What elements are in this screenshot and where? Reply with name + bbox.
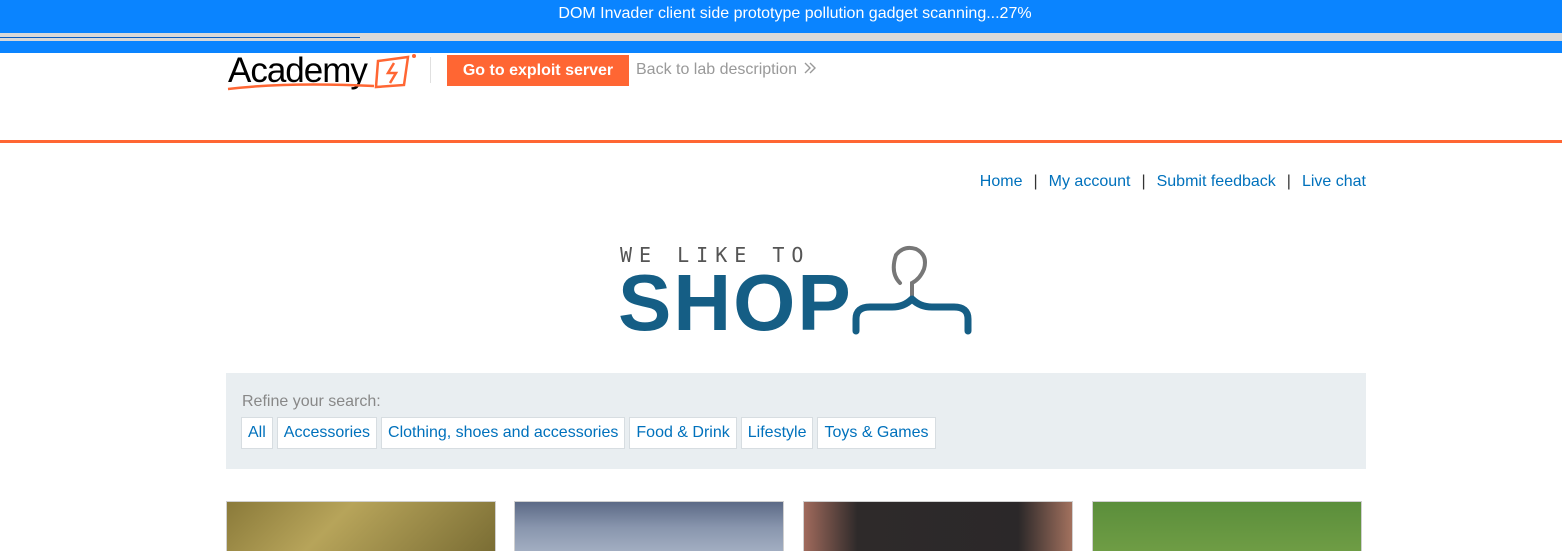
top-navigation: Home | My account | Submit feedback | Live cha… [980,173,1366,191]
lightning-bolt-icon [374,54,416,89]
nav-separator: | [1286,173,1291,190]
dom-invader-scan-banner: DOM Invader client side prototype pollut… [0,0,1562,53]
product-card-image[interactable] [1092,501,1362,551]
logo-swoosh-icon [227,83,375,91]
product-grid [226,501,1366,551]
nav-home-link[interactable]: Home [980,173,1023,190]
clothes-hanger-icon [852,245,972,335]
scan-progress-line [0,37,360,38]
double-chevron-right-icon [803,61,817,79]
category-filter: Refine your search: All Accessories Clot… [226,373,1366,469]
nav-my-account-link[interactable]: My account [1049,173,1131,190]
shop-logo: WE LIKE TO SHOP [618,243,980,343]
exploit-server-button[interactable]: Go to exploit server [447,55,629,86]
back-to-lab-label: Back to lab description [636,61,797,78]
filter-tag-toys-games[interactable]: Toys & Games [817,417,936,449]
nav-live-chat-link[interactable]: Live chat [1302,173,1366,190]
filter-tag-list: All Accessories Clothing, shoes and acce… [241,417,936,449]
filter-tag-lifestyle[interactable]: Lifestyle [740,417,814,449]
product-card-image[interactable] [226,501,496,551]
header-divider [430,57,431,83]
product-card-image[interactable] [803,501,1073,551]
academy-logo[interactable]: Academy [226,51,418,91]
filter-label: Refine your search: [242,393,381,410]
filter-tag-accessories[interactable]: Accessories [276,417,378,449]
filter-tag-all[interactable]: All [241,417,273,449]
nav-submit-feedback-link[interactable]: Submit feedback [1157,173,1276,190]
filter-tag-clothing[interactable]: Clothing, shoes and accessories [381,417,626,449]
nav-separator: | [1141,173,1146,190]
product-card-image[interactable] [514,501,784,551]
nav-separator: | [1033,173,1038,190]
shop-logo-word: SHOP [618,258,853,347]
academy-header: Academy Go to exploit server Back to lab… [0,51,1562,143]
scan-status-text: DOM Invader client side prototype pollut… [558,5,1032,22]
filter-tag-food-drink[interactable]: Food & Drink [629,417,737,449]
back-to-lab-link[interactable]: Back to lab description [636,61,817,79]
